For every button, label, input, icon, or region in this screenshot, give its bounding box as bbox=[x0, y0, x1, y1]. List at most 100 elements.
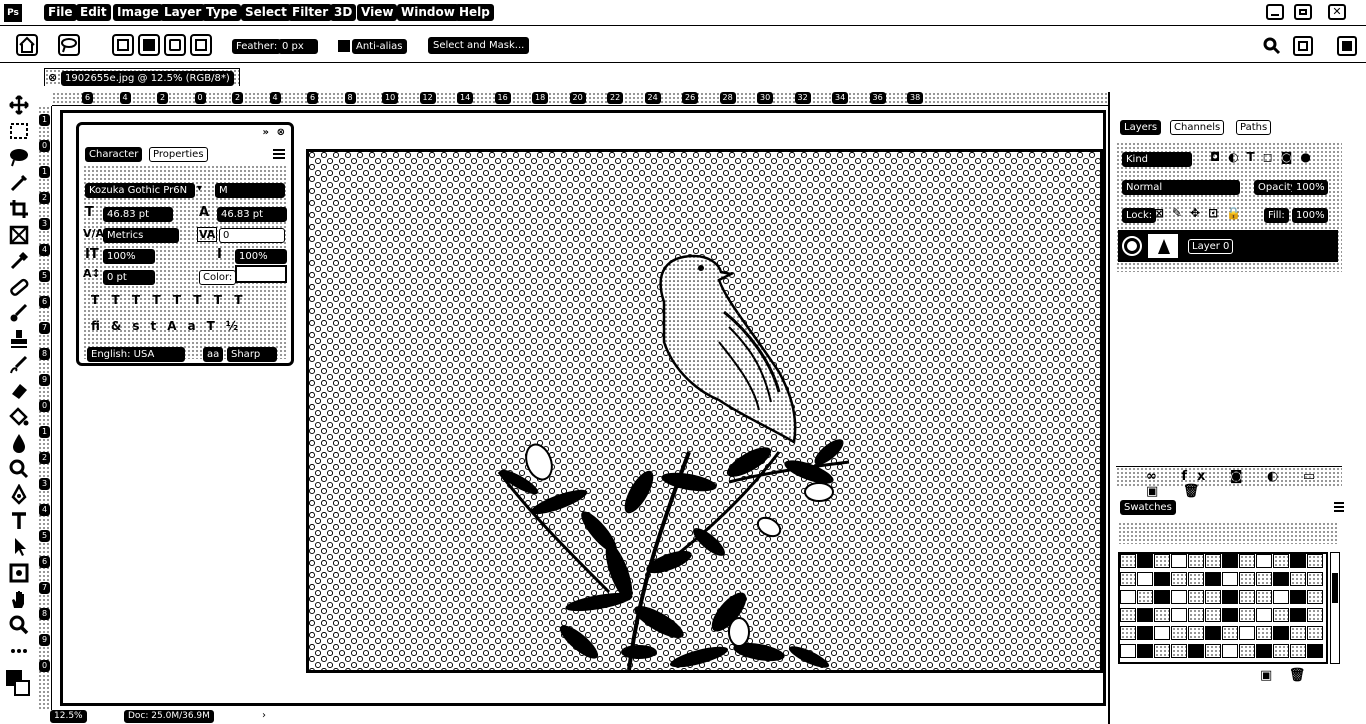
swatch-cell[interactable] bbox=[1120, 644, 1136, 658]
swatch-cell[interactable] bbox=[1154, 572, 1170, 586]
swatch-cell[interactable] bbox=[1307, 644, 1323, 658]
select-and-mask-button[interactable]: Select and Mask... bbox=[428, 37, 530, 54]
move-tool-icon[interactable] bbox=[8, 94, 30, 116]
swatch-cell[interactable] bbox=[1205, 572, 1221, 586]
tab-channels[interactable]: Channels bbox=[1170, 120, 1225, 135]
font-family-select[interactable]: Kozuka Gothic Pr6N bbox=[85, 183, 195, 198]
status-arrow-icon[interactable]: › bbox=[262, 710, 266, 721]
swatch-cell[interactable] bbox=[1222, 644, 1238, 658]
menu-help[interactable]: Help bbox=[455, 4, 494, 21]
menu-file[interactable]: File bbox=[44, 4, 77, 21]
brush-tool-icon[interactable] bbox=[8, 302, 30, 324]
swatch-cell[interactable] bbox=[1205, 554, 1221, 568]
swatch-cell[interactable] bbox=[1273, 572, 1289, 586]
more-tools-icon[interactable] bbox=[8, 640, 30, 662]
menu-3d[interactable]: 3D bbox=[330, 4, 357, 21]
kerning-select[interactable]: Metrics bbox=[103, 228, 179, 243]
panel-menu-icon[interactable] bbox=[273, 149, 285, 159]
swatch-cell[interactable] bbox=[1290, 590, 1306, 604]
tab-swatches[interactable]: Swatches bbox=[1120, 500, 1176, 515]
feather-input[interactable]: 0 px bbox=[278, 39, 318, 54]
swatch-cell[interactable] bbox=[1171, 554, 1187, 568]
subtract-selection-icon[interactable] bbox=[164, 34, 186, 56]
swatch-cell[interactable] bbox=[1137, 626, 1153, 640]
eyedropper-icon[interactable] bbox=[8, 250, 30, 272]
font-size-input[interactable]: 46.83 pt bbox=[103, 207, 173, 222]
swatch-cell[interactable] bbox=[1188, 608, 1204, 622]
swatch-cell[interactable] bbox=[1256, 626, 1272, 640]
share-icon[interactable] bbox=[1337, 36, 1357, 56]
lasso-tool-icon[interactable] bbox=[58, 34, 80, 56]
panel-menu-icon[interactable] bbox=[1334, 502, 1344, 512]
swatch-cell[interactable] bbox=[1137, 554, 1153, 568]
swatch-cell[interactable] bbox=[1290, 608, 1306, 622]
swatch-cell[interactable] bbox=[1120, 572, 1136, 586]
swatch-cell[interactable] bbox=[1205, 590, 1221, 604]
swatch-cell[interactable] bbox=[1188, 644, 1204, 658]
swatch-scrollbar[interactable] bbox=[1330, 552, 1340, 664]
swatch-cell[interactable] bbox=[1307, 626, 1323, 640]
pen-tool-icon[interactable] bbox=[8, 484, 30, 506]
shape-tool-icon[interactable] bbox=[8, 562, 30, 584]
tab-layers[interactable]: Layers bbox=[1120, 120, 1162, 135]
vertical-scale-input[interactable]: 100% bbox=[103, 249, 155, 264]
swatch-cell[interactable] bbox=[1307, 572, 1323, 586]
swatch-cell[interactable] bbox=[1256, 608, 1272, 622]
swatch-cell[interactable] bbox=[1239, 644, 1255, 658]
language-select[interactable]: English: USA bbox=[87, 347, 185, 362]
swatch-cell[interactable] bbox=[1222, 572, 1238, 586]
swatch-cell[interactable] bbox=[1171, 590, 1187, 604]
swatch-cell[interactable] bbox=[1256, 644, 1272, 658]
layer-filter-kind[interactable]: Kind bbox=[1122, 152, 1192, 167]
menu-view[interactable]: View bbox=[357, 4, 398, 21]
path-selection-icon[interactable] bbox=[8, 536, 30, 558]
swatch-cell[interactable] bbox=[1239, 554, 1255, 568]
healing-brush-icon[interactable] bbox=[8, 276, 30, 298]
swatch-cell[interactable] bbox=[1307, 608, 1323, 622]
swatch-cell[interactable] bbox=[1137, 572, 1153, 586]
swatch-cell[interactable] bbox=[1256, 572, 1272, 586]
opacity-input[interactable]: 100% bbox=[1292, 180, 1328, 195]
swatch-cell[interactable] bbox=[1290, 572, 1306, 586]
antialias-method-select[interactable]: Sharp bbox=[227, 347, 277, 362]
crop-tool-icon[interactable] bbox=[8, 198, 30, 220]
frame-tool-icon[interactable] bbox=[8, 224, 30, 246]
swatch-cell[interactable] bbox=[1188, 626, 1204, 640]
menu-type[interactable]: Type bbox=[202, 4, 242, 21]
menu-edit[interactable]: Edit bbox=[76, 4, 111, 21]
swatch-cell[interactable] bbox=[1290, 554, 1306, 568]
document-tab[interactable]: ⊗ 1902655e.jpg @ 12.5% (RGB/8*) bbox=[44, 68, 240, 86]
lasso-icon[interactable] bbox=[8, 146, 30, 168]
recent-swatches[interactable] bbox=[1118, 522, 1338, 544]
tab-properties[interactable]: Properties bbox=[149, 147, 208, 162]
panel-close-icon[interactable]: ⊗ bbox=[277, 127, 285, 138]
menu-select[interactable]: Select bbox=[241, 4, 291, 21]
zoom-level[interactable]: 12.5% bbox=[50, 710, 87, 723]
blur-tool-icon[interactable] bbox=[8, 432, 30, 454]
swatch-cell[interactable] bbox=[1120, 608, 1136, 622]
baseline-shift-input[interactable]: 0 pt bbox=[103, 270, 155, 285]
swatch-cell[interactable] bbox=[1171, 626, 1187, 640]
tracking-input[interactable]: 0 bbox=[219, 228, 285, 243]
swatch-cell[interactable] bbox=[1154, 590, 1170, 604]
close-button[interactable]: ✕ bbox=[1328, 4, 1346, 20]
menu-layer[interactable]: Layer bbox=[160, 4, 206, 21]
swatch-cell[interactable] bbox=[1188, 554, 1204, 568]
swatch-cell[interactable] bbox=[1154, 644, 1170, 658]
menu-window[interactable]: Window bbox=[397, 4, 459, 21]
restore-button[interactable] bbox=[1294, 4, 1312, 20]
swatch-cell[interactable] bbox=[1188, 590, 1204, 604]
swatch-cell[interactable] bbox=[1239, 590, 1255, 604]
swatch-cell[interactable] bbox=[1307, 590, 1323, 604]
swatch-cell[interactable] bbox=[1171, 608, 1187, 622]
workspace-icon[interactable] bbox=[1293, 36, 1313, 56]
swatch-cell[interactable] bbox=[1239, 626, 1255, 640]
panel-collapse-icon[interactable]: » bbox=[263, 127, 269, 138]
marquee-tool-icon[interactable] bbox=[8, 120, 30, 142]
layer-row[interactable]: Layer 0 bbox=[1118, 230, 1338, 262]
new-selection-icon[interactable] bbox=[112, 34, 134, 56]
quick-selection-icon[interactable] bbox=[8, 172, 30, 194]
swatch-cell[interactable] bbox=[1171, 572, 1187, 586]
tab-close-icon[interactable]: ⊗ bbox=[48, 71, 57, 84]
menu-image[interactable]: Image bbox=[113, 4, 163, 21]
